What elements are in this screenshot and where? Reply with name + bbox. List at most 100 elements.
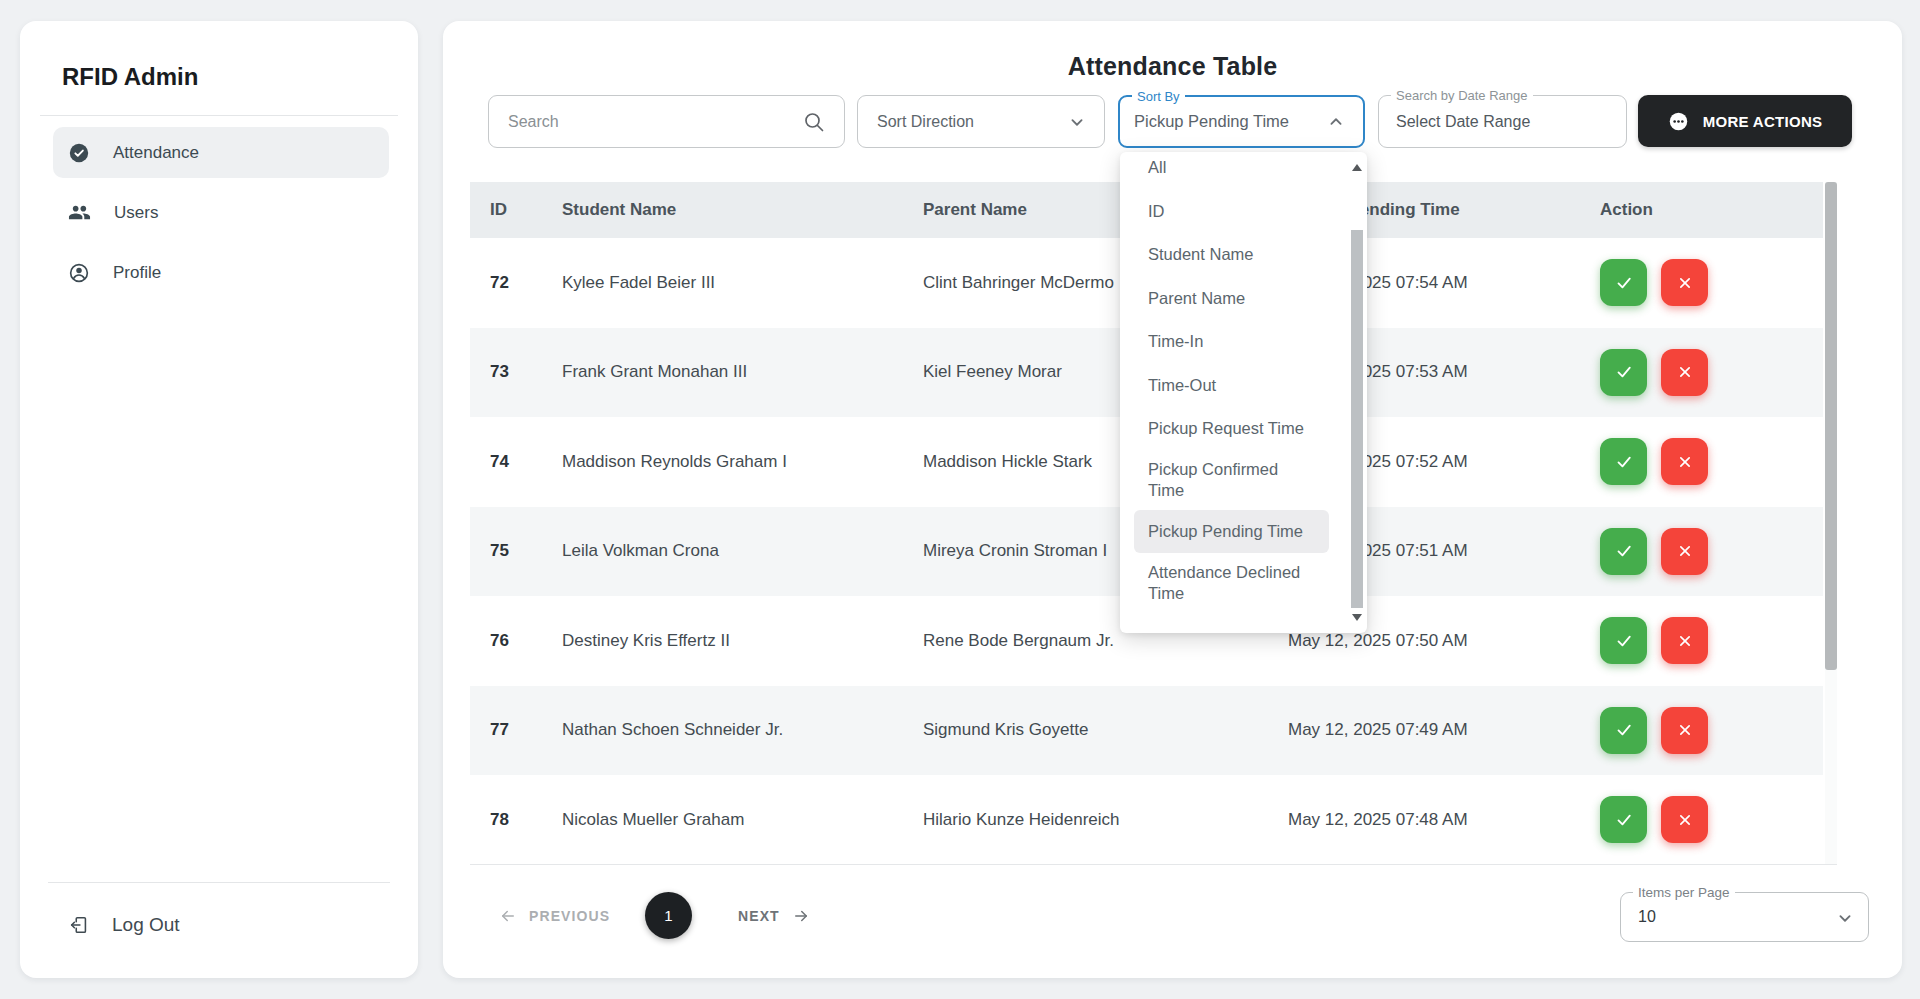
chevron-up-icon xyxy=(1325,111,1347,133)
approve-button[interactable] xyxy=(1600,349,1647,396)
decline-button[interactable] xyxy=(1661,707,1708,754)
decline-button[interactable] xyxy=(1661,528,1708,575)
cell-id: 77 xyxy=(470,720,545,740)
chevron-down-icon xyxy=(1834,907,1856,929)
cell-parent: Hilario Kunze Heidenreich xyxy=(905,810,1270,830)
previous-label: PREVIOUS xyxy=(529,908,610,924)
cell-student: Kylee Fadel Beier III xyxy=(545,273,905,293)
arrow-right-icon xyxy=(791,907,811,925)
menu-item-attendance-declined-time[interactable]: Attendance Declined Time xyxy=(1120,554,1367,612)
next-page-button[interactable]: NEXT xyxy=(738,892,811,939)
previous-page-button[interactable]: PREVIOUS xyxy=(498,892,610,939)
sidebar-item-attendance[interactable]: Attendance xyxy=(53,127,389,178)
page-number-button[interactable]: 1 xyxy=(645,892,692,939)
approve-button[interactable] xyxy=(1600,796,1647,843)
cell-id: 74 xyxy=(470,452,545,472)
cell-id: 73 xyxy=(470,362,545,382)
logout-label: Log Out xyxy=(112,914,180,936)
cell-student: Nicolas Mueller Graham xyxy=(545,810,905,830)
approve-button[interactable] xyxy=(1600,707,1647,754)
search-placeholder: Search xyxy=(508,113,559,131)
decline-button[interactable] xyxy=(1661,259,1708,306)
scroll-down-arrow[interactable] xyxy=(1352,614,1362,621)
items-per-page-select[interactable]: Items per Page 10 xyxy=(1620,892,1869,942)
sort-by-value: Pickup Pending Time xyxy=(1134,112,1289,131)
divider xyxy=(40,115,398,116)
sort-by-dropdown: All ID Student Name Parent Name Time-In … xyxy=(1120,152,1367,633)
sidebar-item-profile[interactable]: Profile xyxy=(53,247,389,298)
cell-id: 78 xyxy=(470,810,545,830)
cell-student: Maddison Reynolds Graham I xyxy=(545,452,905,472)
dropdown-scrollbar[interactable] xyxy=(1350,158,1364,627)
approve-button[interactable] xyxy=(1600,528,1647,575)
date-range-value: Select Date Range xyxy=(1396,113,1530,131)
table-scrollbar[interactable] xyxy=(1825,182,1837,864)
cell-time: May 12, 2025 07:48 AM xyxy=(1270,810,1580,830)
col-id: ID xyxy=(470,200,545,220)
items-per-page-value: 10 xyxy=(1638,908,1656,926)
logout-icon xyxy=(68,914,90,936)
more-actions-label: MORE ACTIONS xyxy=(1703,113,1823,130)
cell-time: May 12, 2025 07:49 AM xyxy=(1270,720,1580,740)
decline-button[interactable] xyxy=(1661,617,1708,664)
cell-id: 75 xyxy=(470,541,545,561)
sort-direction-select[interactable]: Sort Direction xyxy=(857,95,1105,148)
scrollbar-thumb[interactable] xyxy=(1351,230,1363,608)
search-input[interactable]: Search xyxy=(488,95,845,148)
table-row: 78 Nicolas Mueller Graham Hilario Kunze … xyxy=(470,775,1823,865)
cell-id: 72 xyxy=(470,273,545,293)
check-circle-icon xyxy=(68,142,90,164)
cell-parent: Rene Bode Bergnaum Jr. xyxy=(905,631,1270,651)
page-number: 1 xyxy=(664,907,672,924)
page-title: Attendance Table xyxy=(443,53,1902,79)
search-icon xyxy=(802,110,826,134)
sidebar-item-users[interactable]: Users xyxy=(53,187,389,238)
sort-direction-value: Sort Direction xyxy=(877,113,974,131)
cell-student: Leila Volkman Crona xyxy=(545,541,905,561)
col-action: Action xyxy=(1580,200,1823,220)
items-per-page-label: Items per Page xyxy=(1633,885,1735,900)
sidebar-item-label: Attendance xyxy=(113,143,199,163)
person-circle-icon xyxy=(68,262,90,284)
menu-item-student-name[interactable]: Student Name xyxy=(1120,233,1367,277)
menu-item-time-out[interactable]: Time-Out xyxy=(1120,364,1367,408)
more-actions-button[interactable]: MORE ACTIONS xyxy=(1638,95,1852,147)
sidebar-item-label: Users xyxy=(114,203,158,223)
menu-item-time-in[interactable]: Time-In xyxy=(1120,320,1367,364)
approve-button[interactable] xyxy=(1600,438,1647,485)
approve-button[interactable] xyxy=(1600,617,1647,664)
scrollbar-thumb[interactable] xyxy=(1825,182,1837,670)
cell-time: May 12, 2025 07:50 AM xyxy=(1270,631,1580,651)
scroll-up-arrow[interactable] xyxy=(1352,164,1362,171)
approve-button[interactable] xyxy=(1600,259,1647,306)
decline-button[interactable] xyxy=(1661,438,1708,485)
sort-by-select[interactable]: Sort By Pickup Pending Time xyxy=(1118,95,1365,148)
arrow-left-icon xyxy=(498,907,518,925)
menu-item-pickup-request-time[interactable]: Pickup Request Time xyxy=(1120,407,1367,451)
divider xyxy=(48,882,390,883)
people-icon xyxy=(68,201,91,224)
decline-button[interactable] xyxy=(1661,349,1708,396)
ellipsis-circle-icon xyxy=(1668,111,1689,132)
menu-item-all[interactable]: All xyxy=(1120,152,1367,190)
chevron-down-icon xyxy=(1066,111,1088,133)
cell-student: Nathan Schoen Schneider Jr. xyxy=(545,720,905,740)
table-row: 77 Nathan Schoen Schneider Jr. Sigmund K… xyxy=(470,686,1823,776)
sidebar: RFID Admin Attendance Users Profile Log … xyxy=(20,21,418,978)
col-student-name: Student Name xyxy=(545,200,905,220)
cell-parent: Sigmund Kris Goyette xyxy=(905,720,1270,740)
cell-id: 76 xyxy=(470,631,545,651)
menu-item-pickup-confirmed-time[interactable]: Pickup Confirmed Time xyxy=(1120,451,1367,509)
next-label: NEXT xyxy=(738,908,780,924)
app-title: RFID Admin xyxy=(62,63,198,90)
date-range-input[interactable]: Search by Date Range Select Date Range xyxy=(1378,95,1627,148)
menu-item-pickup-pending-time[interactable]: Pickup Pending Time xyxy=(1134,510,1329,554)
sort-by-label: Sort By xyxy=(1132,89,1185,104)
table-bottom-border xyxy=(470,864,1837,865)
menu-item-id[interactable]: ID xyxy=(1120,190,1367,234)
logout-button[interactable]: Log Out xyxy=(68,902,180,948)
decline-button[interactable] xyxy=(1661,796,1708,843)
cell-student: Frank Grant Monahan III xyxy=(545,362,905,382)
menu-item-parent-name[interactable]: Parent Name xyxy=(1120,277,1367,321)
cell-student: Destiney Kris Effertz II xyxy=(545,631,905,651)
